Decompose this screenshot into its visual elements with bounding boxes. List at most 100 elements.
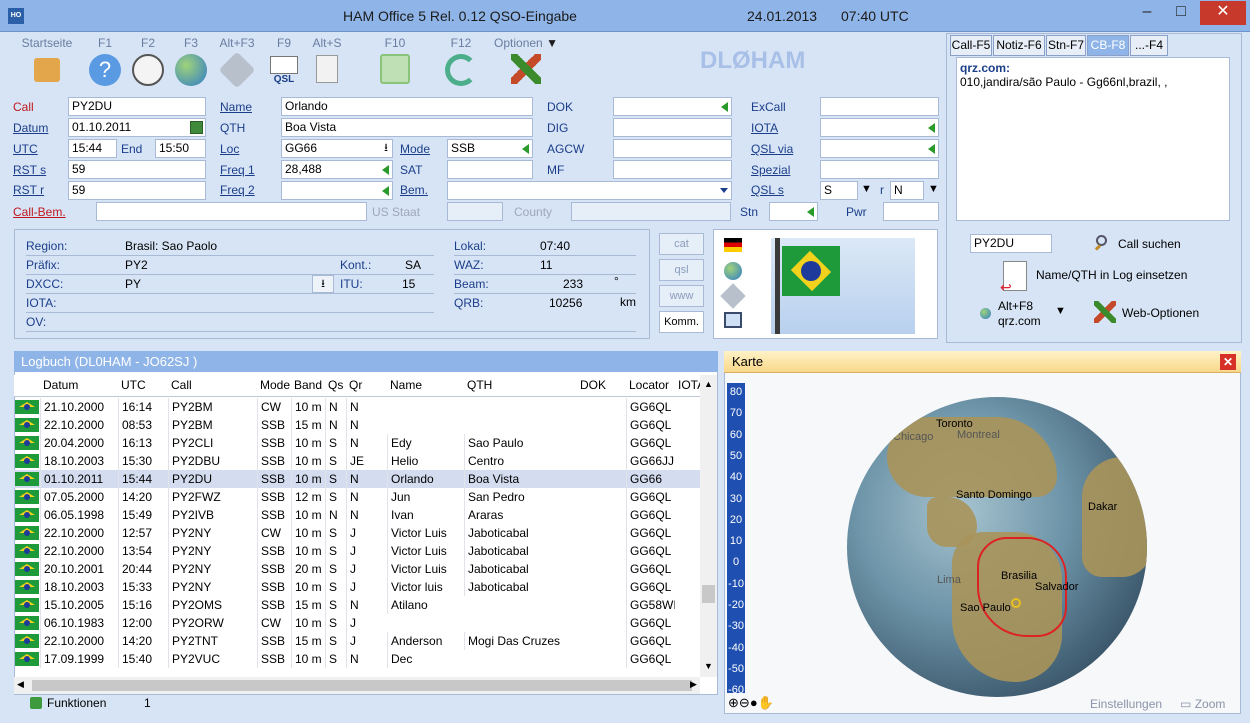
cat-button[interactable]: cat [659, 233, 704, 255]
table-row[interactable]: 22.10.2000 08:53 PY2BM SSB 15 m N N GG6QL [14, 416, 700, 434]
tab-notiz[interactable]: Notiz-F6 [993, 35, 1045, 56]
end-input[interactable]: 15:50 [155, 139, 206, 158]
globe-small-icon[interactable] [724, 262, 742, 280]
komm-button[interactable]: Komm. [659, 311, 704, 333]
col-utc[interactable]: UTC [121, 375, 146, 395]
close-icon[interactable]: ✕ [1200, 1, 1246, 25]
table-row[interactable]: 18.10.2003 15:33 PY2NY SSB 10 m S J Victor luis… [14, 578, 700, 596]
table-row[interactable]: 20.10.2001 20:44 PY2NY SSB 20 m S J Victor Luis… [14, 560, 700, 578]
table-row[interactable]: 07.05.2000 14:20 PY2FWZ SSB 12 m S N Jun San Ped… [14, 488, 700, 506]
globe-map[interactable]: Toronto Chicago Montreal Santo Domingo D… [847, 397, 1147, 697]
table-row[interactable]: 06.05.1998 15:49 PY2IVB SSB 10 m N N Ivan Araras… [14, 506, 700, 524]
tab-stn[interactable]: Stn-F7 [1046, 35, 1086, 56]
qsl-via-input[interactable] [820, 139, 939, 158]
mf-input[interactable] [613, 160, 732, 179]
qth-input[interactable]: Boa Vista [281, 118, 533, 137]
zoom-out-icon[interactable]: ⊖ [739, 695, 750, 710]
pwr-input[interactable] [883, 202, 939, 221]
functions-icon[interactable] [30, 697, 42, 709]
scroll-down-icon[interactable]: ▼ [704, 661, 713, 671]
download-icon[interactable]: ⭳ [384, 140, 388, 157]
table-row[interactable]: 21.10.2000 16:14 PY2BM CW 10 m N N GG6QL [14, 398, 700, 416]
toolbar-alt-s[interactable]: Alt+S [299, 36, 355, 83]
qsl-button[interactable]: qsl [659, 259, 704, 281]
minimize-icon[interactable]: – [1130, 1, 1164, 25]
iota-input[interactable] [820, 118, 939, 137]
www-button[interactable]: www [659, 285, 704, 307]
tab-more[interactable]: ...-F4 [1130, 35, 1168, 56]
tab-call[interactable]: Call-F5 [950, 35, 992, 56]
scroll-right-icon[interactable]: ▶ [690, 679, 697, 690]
search-call-input[interactable]: PY2DU [970, 234, 1052, 253]
excall-input[interactable] [820, 97, 939, 116]
qsl-r-select[interactable]: N [890, 181, 924, 200]
col-qr[interactable]: Qr [349, 375, 362, 395]
call-suchen-button[interactable]: Call suchen [1118, 237, 1181, 251]
col-dok[interactable]: DOK [580, 375, 606, 395]
col-qs[interactable]: Qs [328, 375, 343, 395]
stn-input[interactable] [769, 202, 818, 221]
dok-input[interactable] [613, 97, 732, 116]
logbook-horizontal-scrollbar[interactable]: ◀ ▶ [14, 677, 700, 694]
bem-select[interactable] [447, 181, 732, 200]
table-row[interactable]: 22.10.2000 12:57 PY2NY CW 10 m S J Victor Luis J… [14, 524, 700, 542]
call-input[interactable]: PY2DU [68, 97, 206, 116]
scroll-thumb-horizontal[interactable] [32, 680, 692, 691]
freq2-input[interactable] [281, 181, 393, 200]
col-band[interactable]: Band [294, 375, 322, 395]
dig-input[interactable] [613, 118, 732, 137]
qrz-provider-select[interactable]: qrz.com [998, 314, 1041, 328]
app-icon[interactable]: HO [8, 8, 24, 24]
globe-view-icon[interactable]: ● [750, 695, 758, 710]
col-qth[interactable]: QTH [467, 375, 492, 395]
col-name[interactable]: Name [390, 375, 422, 395]
rst-s-input[interactable]: 59 [68, 160, 206, 179]
name-qth-insert-button[interactable]: Name/QTH in Log einsetzen [1036, 268, 1187, 282]
table-row[interactable]: 22.10.2000 14:20 PY2TNT SSB 15 m S J Anderson Mo… [14, 632, 700, 650]
funktionen-button[interactable]: Funktionen [47, 696, 106, 710]
table-row[interactable]: 01.10.2011 15:44 PY2DU SSB 10 m S N Orlando Boa … [14, 470, 700, 488]
col-call[interactable]: Call [171, 375, 192, 395]
col-mode[interactable]: Mode [260, 375, 290, 395]
table-row[interactable]: 18.10.2003 15:30 PY2DBU SSB 10 m S JE Helio Cent… [14, 452, 700, 470]
map-close-icon[interactable]: ✕ [1220, 354, 1236, 370]
qsl-s-dropdown-icon[interactable]: ▼ [861, 183, 872, 195]
logbook-vertical-scrollbar[interactable]: ▲ ▼ [700, 375, 717, 677]
qsl-r-dropdown-icon[interactable]: ▼ [928, 183, 939, 195]
scroll-left-icon[interactable]: ◀ [17, 679, 24, 690]
dxcc-download-icon[interactable]: ⭳ [312, 275, 334, 293]
web-optionen-button[interactable]: Web-Optionen [1122, 306, 1199, 320]
german-flag-icon[interactable] [724, 238, 742, 252]
spezial-input[interactable] [820, 160, 939, 179]
calendar-icon[interactable] [190, 121, 203, 134]
provider-dropdown-icon[interactable]: ▼ [1055, 305, 1066, 317]
table-row[interactable]: 17.09.1999 15:40 PY2VUC SSB 10 m S N Dec GG6QL [14, 650, 700, 668]
tab-cb[interactable]: CB-F8 [1087, 35, 1129, 56]
scroll-up-icon[interactable]: ▲ [704, 379, 713, 389]
table-row[interactable]: 22.10.2000 13:54 PY2NY SSB 10 m S J Victor Luis… [14, 542, 700, 560]
toolbar-optionen[interactable]: Optionen ▼ [488, 36, 564, 84]
name-input[interactable]: Orlando [281, 97, 533, 116]
zoom-in-icon[interactable]: ⊕ [728, 695, 739, 710]
table-row[interactable]: 06.10.1983 12:00 PY2ORW CW 10 m S J GG6QL [14, 614, 700, 632]
sat-input[interactable] [447, 160, 533, 179]
table-row[interactable]: 20.04.2000 16:13 PY2CLI SSB 10 m S N Edy Sao Pau… [14, 434, 700, 452]
col-datum[interactable]: Datum [43, 375, 78, 395]
qsl-s-select[interactable]: S [820, 181, 858, 200]
agcw-input[interactable] [613, 139, 732, 158]
loc-input[interactable]: GG66 ⭳ [281, 139, 393, 158]
freq1-input[interactable]: 28,488 [281, 160, 393, 179]
utc-input[interactable]: 15:44 [68, 139, 117, 158]
maximize-icon[interactable]: □ [1164, 1, 1198, 25]
toolbar-f10[interactable]: F10 [367, 36, 423, 84]
toolbar-startseite[interactable]: Startseite [19, 36, 75, 82]
col-locator[interactable]: Locator [629, 375, 669, 395]
computer-icon[interactable] [724, 312, 742, 328]
toolbar-f12[interactable]: F12 [433, 36, 489, 86]
datum-input[interactable]: 01.10.2011 [68, 118, 206, 137]
rst-r-input[interactable]: 59 [68, 181, 206, 200]
mode-select[interactable]: SSB [447, 139, 533, 158]
zoom-button[interactable]: ▭ Zoom [1180, 697, 1225, 711]
table-row[interactable]: 15.10.2005 15:16 PY2OMS SSB 15 m S N Atilano GG5… [14, 596, 700, 614]
call-bem-input[interactable] [96, 202, 367, 221]
